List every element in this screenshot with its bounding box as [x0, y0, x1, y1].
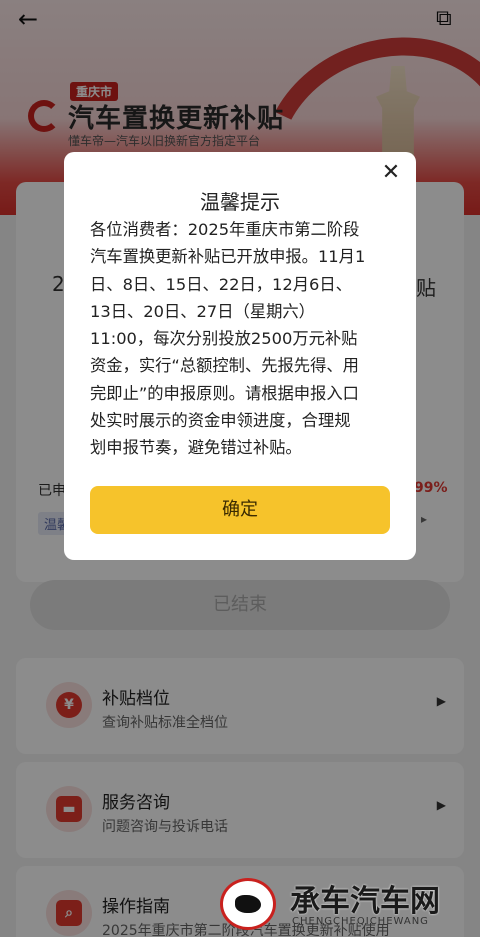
dialog-line: 划申报节奏，避免错过补贴。 — [90, 438, 302, 458]
dialog-title: 温馨提示 — [200, 190, 280, 214]
dialog-body: 各位消费者：2025年重庆市第二阶段 汽车置换更新补贴已开放申报。11月1 日、… — [90, 216, 392, 462]
site-watermark: 承车汽车网 CHENGCHEQICHEWANG — [220, 876, 476, 934]
dialog-line: 完即止”的申报原则。请根据申报入口 — [90, 383, 359, 403]
dialog-line: 13日、20日、27日（星期六） — [90, 301, 315, 321]
dialog-line: 日、8日、15日、22日，12月6日、 — [90, 274, 352, 294]
confirm-button[interactable]: 确定 — [90, 486, 390, 534]
dialog-line: 汽车置换更新补贴已开放申报。11月1 — [90, 247, 366, 267]
watermark-subtitle: CHENGCHEQICHEWANG — [292, 916, 429, 927]
close-icon[interactable]: ✕ — [380, 162, 402, 184]
dialog-line: 各位消费者：2025年重庆市第二阶段 — [90, 220, 360, 239]
watermark-title: 承车汽车网 — [290, 884, 440, 919]
dialog-line: 资金，实行“总额控制、先报先得、用 — [90, 356, 359, 376]
dialog-line: 处实时展示的资金申领进度，合理规 — [90, 411, 351, 431]
dialog-line: 11:00，每次分别投放2500万元补贴 — [90, 329, 358, 349]
watermark-logo — [220, 878, 276, 930]
notice-dialog: ✕ 温馨提示 各位消费者：2025年重庆市第二阶段 汽车置换更新补贴已开放申报。… — [64, 152, 416, 560]
